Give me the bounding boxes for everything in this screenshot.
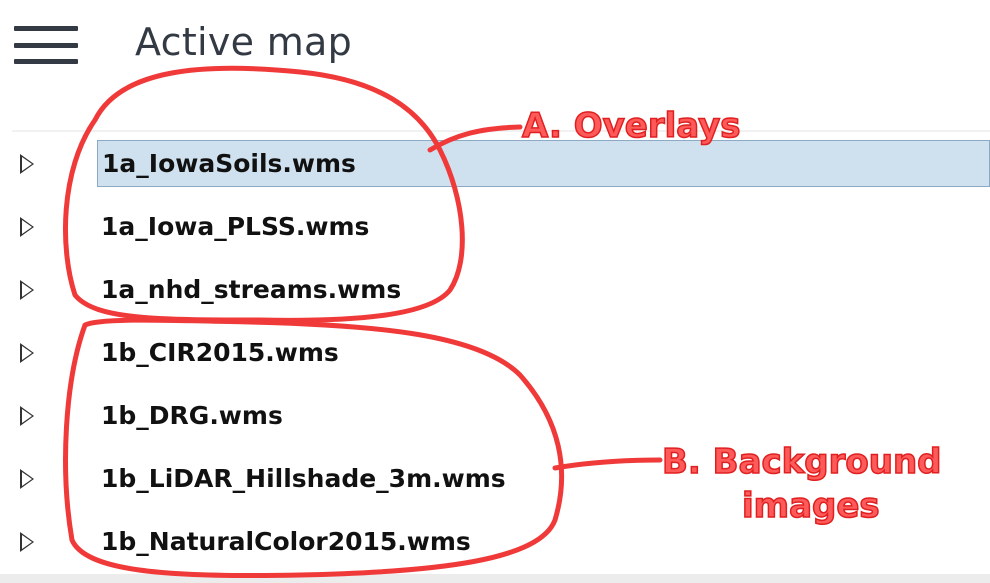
layer-name[interactable]: 1b_DRG.wms bbox=[97, 392, 990, 439]
layer-row[interactable]: 1a_IowaSoils.wms bbox=[12, 132, 990, 195]
layer-row[interactable]: 1a_Iowa_PLSS.wms bbox=[12, 195, 990, 258]
expand-triangle-icon[interactable] bbox=[20, 153, 34, 174]
menu-bar-line bbox=[14, 26, 78, 31]
expand-triangle-icon[interactable] bbox=[20, 279, 34, 300]
layer-row[interactable]: 1b_DRG.wms bbox=[12, 384, 990, 447]
page-title: Active map bbox=[135, 20, 353, 64]
annotation-overlays-label: A. Overlays bbox=[521, 105, 741, 147]
menu-bar-line bbox=[14, 42, 78, 48]
expand-triangle-icon[interactable] bbox=[20, 216, 34, 237]
layer-name[interactable]: 1a_nhd_streams.wms bbox=[97, 266, 990, 313]
layer-name[interactable]: 1a_Iowa_PLSS.wms bbox=[97, 203, 990, 250]
layer-name[interactable]: 1b_CIR2015.wms bbox=[97, 329, 990, 376]
annotation-background-label-line1: B. Background bbox=[661, 441, 942, 483]
bottom-scroll-bar bbox=[0, 574, 990, 583]
layer-row[interactable]: 1b_CIR2015.wms bbox=[12, 321, 990, 384]
expand-triangle-icon[interactable] bbox=[20, 531, 34, 552]
expand-triangle-icon[interactable] bbox=[20, 342, 34, 363]
layer-name[interactable]: 1a_IowaSoils.wms bbox=[97, 140, 990, 187]
expand-triangle-icon[interactable] bbox=[20, 468, 34, 489]
menu-bar-line bbox=[14, 59, 78, 64]
expand-triangle-icon[interactable] bbox=[20, 405, 34, 426]
layer-row[interactable]: 1a_nhd_streams.wms bbox=[12, 258, 990, 321]
hamburger-menu-icon[interactable] bbox=[14, 26, 78, 64]
annotation-background-label-line2: images bbox=[741, 485, 880, 527]
panel-header: Active map bbox=[0, 0, 990, 130]
